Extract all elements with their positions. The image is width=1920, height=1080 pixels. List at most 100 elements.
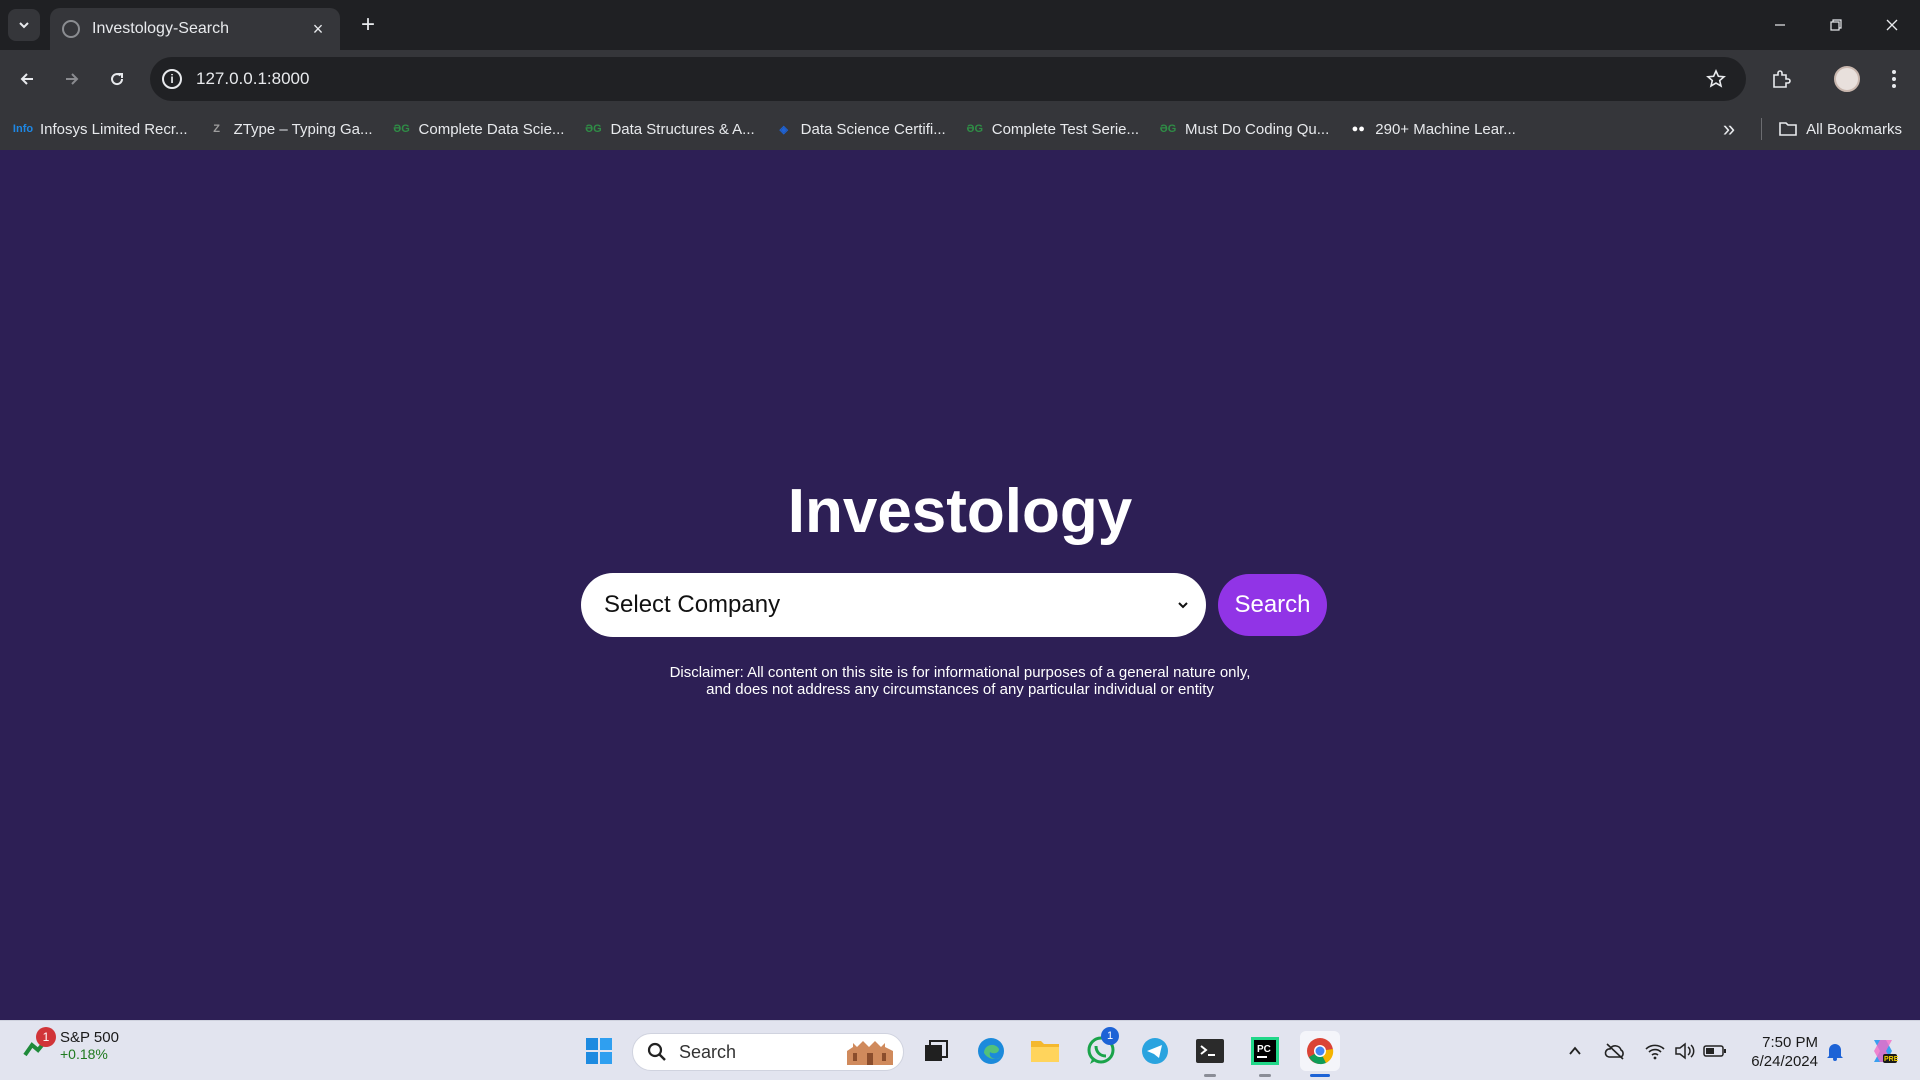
- taskbar: 1 S&P 500 +0.18% Search 1 PC 7:50 PM 6/2…: [0, 1020, 1920, 1080]
- bookmark-label: ZType – Typing Ga...: [233, 120, 373, 138]
- minimize-button[interactable]: [1752, 0, 1808, 50]
- gfg-icon: ƏG: [393, 123, 410, 135]
- search-button[interactable]: Search: [1218, 574, 1327, 636]
- forward-button[interactable]: [56, 63, 88, 95]
- puzzle-icon: [1773, 70, 1791, 88]
- terminal-icon: [1196, 1039, 1224, 1063]
- page-body: Investology Select Company Search Discla…: [0, 150, 1920, 1020]
- chevron-double-right-icon[interactable]: »: [1723, 116, 1735, 142]
- wifi-button[interactable]: [1641, 1039, 1669, 1063]
- bookmark-label: Complete Test Serie...: [991, 120, 1140, 138]
- edge-button[interactable]: [971, 1031, 1011, 1071]
- browser-toolbar: i 127.0.0.1:8000: [0, 50, 1920, 108]
- running-indicator: [1259, 1074, 1271, 1077]
- tab-strip: Investology-Search × +: [0, 0, 1920, 50]
- avatar: [1834, 66, 1860, 92]
- reload-button[interactable]: [101, 63, 133, 95]
- bookmark-item[interactable]: Info Infosys Limited Recr...: [13, 120, 188, 138]
- extensions-button[interactable]: [1765, 63, 1797, 95]
- folder-icon: [1779, 122, 1797, 136]
- clock[interactable]: 7:50 PM 6/24/2024: [1740, 1033, 1818, 1071]
- bookmark-item[interactable]: ƏG Data Structures & A...: [584, 120, 755, 138]
- notification-badge: 1: [36, 1027, 56, 1047]
- bookmark-star-icon[interactable]: [1696, 69, 1736, 89]
- bookmark-item[interactable]: Z ZType – Typing Ga...: [208, 120, 373, 138]
- company-select-value[interactable]: Select Company: [604, 591, 1176, 619]
- arrow-left-icon: [20, 73, 33, 85]
- bookmark-item[interactable]: ●● 290+ Machine Lear...: [1349, 120, 1516, 138]
- chevron-down-icon: [19, 22, 29, 29]
- running-indicator: [1204, 1074, 1216, 1077]
- telegram-button[interactable]: [1135, 1031, 1175, 1071]
- profile-button[interactable]: [1831, 63, 1863, 95]
- bookmark-item[interactable]: ◈ Data Science Certifi...: [775, 120, 946, 138]
- chrome-button[interactable]: [1300, 1031, 1340, 1077]
- notifications-button[interactable]: [1821, 1039, 1849, 1063]
- bookmarks-right: » All Bookmarks: [1723, 108, 1902, 150]
- gfg-icon: ƏG: [585, 123, 602, 135]
- close-window-button[interactable]: [1864, 0, 1920, 50]
- pycharm-icon: PC: [1251, 1037, 1279, 1065]
- restore-icon: [1830, 19, 1842, 31]
- all-bookmarks-link[interactable]: All Bookmarks: [1806, 121, 1902, 138]
- widget-name: S&P 500: [60, 1029, 119, 1046]
- more-vertical-icon: [1892, 70, 1896, 88]
- pycharm-button[interactable]: PC: [1245, 1031, 1285, 1077]
- disclaimer-line: and does not address any circumstances o…: [706, 681, 1214, 698]
- show-hidden-icons-button[interactable]: [1561, 1039, 1589, 1063]
- bookmark-item[interactable]: ƏG Complete Data Scie...: [393, 120, 565, 138]
- divider: [1761, 118, 1763, 140]
- window-controls: [1752, 0, 1920, 50]
- taskbar-search[interactable]: Search: [632, 1033, 904, 1071]
- chrome-icon: [1307, 1038, 1334, 1065]
- company-select[interactable]: Select Company: [581, 573, 1206, 637]
- bookmark-item[interactable]: ƏG Must Do Coding Qu...: [1159, 120, 1330, 138]
- chevron-up-icon: [1569, 1046, 1581, 1055]
- speaker-icon: [1675, 1042, 1695, 1060]
- medium-icon: ●●: [1351, 123, 1365, 135]
- file-explorer-button[interactable]: [1025, 1031, 1065, 1071]
- menu-button[interactable]: [1878, 63, 1910, 95]
- task-view-button[interactable]: [916, 1031, 956, 1071]
- disclaimer: Disclaimer: All content on this site is …: [560, 664, 1360, 698]
- volume-button[interactable]: [1671, 1039, 1699, 1063]
- browser-tab[interactable]: Investology-Search ×: [50, 8, 340, 50]
- url-text[interactable]: 127.0.0.1:8000: [196, 69, 1696, 89]
- widget-value: +0.18%: [60, 1046, 108, 1062]
- copilot-button[interactable]: PRE: [1865, 1035, 1901, 1067]
- svg-text:PRE: PRE: [1884, 1056, 1898, 1063]
- coursera-icon: ◈: [779, 123, 788, 136]
- terminal-button[interactable]: [1190, 1031, 1230, 1077]
- edge-icon: [978, 1038, 1004, 1064]
- wifi-icon: [1645, 1044, 1665, 1060]
- whatsapp-button[interactable]: 1: [1081, 1027, 1121, 1071]
- tab-search-button[interactable]: [8, 9, 40, 41]
- close-icon: [1886, 19, 1898, 31]
- disclaimer-line: Disclaimer: All content on this site is …: [669, 664, 1251, 681]
- restore-button[interactable]: [1808, 0, 1864, 50]
- telegram-icon: [1142, 1038, 1168, 1064]
- gfg-icon: ƏG: [966, 123, 983, 135]
- close-icon[interactable]: ×: [308, 19, 328, 40]
- clock-time: 7:50 PM: [1762, 1034, 1818, 1051]
- arrow-right-icon: [66, 73, 79, 85]
- bookmark-label: Data Science Certifi...: [800, 120, 946, 138]
- address-bar[interactable]: i 127.0.0.1:8000: [150, 57, 1746, 101]
- search-highlight-icon: [847, 1041, 893, 1065]
- svg-text:PC: PC: [1257, 1044, 1271, 1055]
- site-info-icon[interactable]: i: [162, 69, 182, 89]
- bookmark-label: Complete Data Scie...: [418, 120, 565, 138]
- clock-date: 6/24/2024: [1751, 1053, 1818, 1070]
- minimize-icon: [1775, 24, 1785, 26]
- onedrive-button[interactable]: [1601, 1039, 1629, 1063]
- bookmark-item[interactable]: ƏG Complete Test Serie...: [966, 120, 1139, 138]
- battery-button[interactable]: [1701, 1039, 1729, 1063]
- folder-icon: [1031, 1041, 1059, 1062]
- start-button[interactable]: [579, 1031, 619, 1071]
- stock-widget[interactable]: 1 S&P 500 +0.18%: [22, 1027, 119, 1062]
- back-button[interactable]: [11, 63, 43, 95]
- new-tab-button[interactable]: +: [354, 11, 382, 39]
- globe-icon: [62, 20, 80, 38]
- search-icon: [647, 1042, 666, 1061]
- bookmark-label: 290+ Machine Lear...: [1375, 120, 1516, 138]
